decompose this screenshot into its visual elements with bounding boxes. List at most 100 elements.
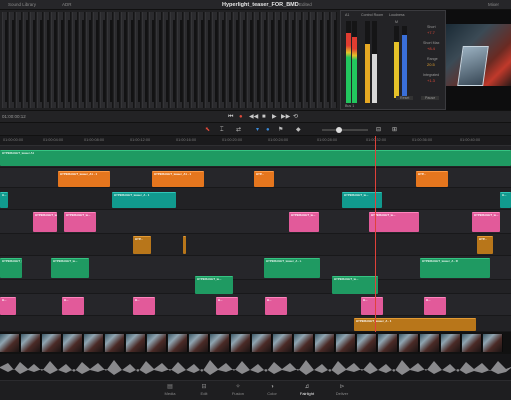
audio-clip[interactable]: HYPERLIGHT_teaser_A - R [420, 258, 490, 278]
audio-clip[interactable]: HYPERLIGHT_teaser_A1 - 1 [58, 171, 110, 187]
audio-clip[interactable]: HYPERLIGHT_teaser_A - 1 [354, 318, 476, 331]
zoom-in-icon[interactable]: ⊞ [392, 126, 397, 134]
audio-clip[interactable]: HYPERLIGHT_te... [33, 212, 57, 232]
fader-strip[interactable] [303, 12, 309, 108]
fader-strip[interactable] [177, 12, 183, 108]
pause-button[interactable]: Pause [421, 96, 440, 100]
audio-clip[interactable]: H... [62, 297, 84, 315]
rewind-icon[interactable]: ⏮ [228, 113, 233, 121]
audio-clip[interactable]: H... [424, 297, 446, 315]
page-tab-fairlight[interactable]: ♫ Fairlight [292, 384, 322, 397]
fader-strip[interactable] [170, 12, 176, 108]
audio-clip[interactable]: H... [0, 192, 8, 208]
audio-clip[interactable]: HYP... [477, 236, 493, 254]
fader-strip[interactable] [247, 12, 253, 108]
fader-strip[interactable] [310, 12, 316, 108]
stop-icon[interactable]: ■ [262, 113, 266, 121]
audio-clip[interactable]: H... [133, 297, 155, 315]
fader-strip[interactable] [44, 12, 50, 108]
page-tab-fusion[interactable]: ✧ Fusion [223, 384, 253, 397]
fader-strip[interactable] [51, 12, 57, 108]
fader-strip[interactable] [121, 12, 127, 108]
fader-strip[interactable] [282, 12, 288, 108]
audio-clip[interactable]: HYPERLIGHT_teaser_A - 1 [112, 192, 176, 208]
fader-strip[interactable] [114, 12, 120, 108]
fader-strip[interactable] [16, 12, 22, 108]
fader-strip[interactable] [226, 12, 232, 108]
adr-tab[interactable]: ADR [62, 0, 72, 10]
fader-strip[interactable] [317, 12, 323, 108]
audio-clip[interactable]: HYPERLIGHT_te... [472, 212, 500, 232]
fader-strip[interactable] [296, 12, 302, 108]
fader-strip[interactable] [135, 12, 141, 108]
audio-clip[interactable]: H... [265, 297, 287, 315]
fader-strip[interactable] [233, 12, 239, 108]
audio-clip[interactable]: HYPERLIGHT_te... [289, 212, 319, 232]
zoom-slider-handle[interactable] [336, 127, 342, 133]
fader-strip[interactable] [163, 12, 169, 108]
fader-strip[interactable] [331, 12, 337, 108]
fader-strip[interactable] [2, 12, 8, 108]
audio-clip[interactable]: HYP... [133, 236, 151, 254]
page-tab-color[interactable]: ◑ Color [257, 384, 287, 397]
fader-strip[interactable] [79, 12, 85, 108]
audio-clip[interactable] [183, 236, 186, 254]
snap-icon[interactable]: ▾ [256, 126, 259, 134]
fader-strip[interactable] [65, 12, 71, 108]
fader-strip[interactable] [212, 12, 218, 108]
range-tool-icon[interactable]: ⌶ [220, 126, 224, 134]
fader-strip[interactable] [86, 12, 92, 108]
fader-strip[interactable] [93, 12, 99, 108]
fader-strip[interactable] [107, 12, 113, 108]
forward-icon[interactable]: ▶▶ [281, 113, 290, 121]
page-tab-deliver[interactable]: ⊳ Deliver [327, 384, 357, 397]
audio-clip[interactable]: HYPERLIGHT_te... [195, 276, 233, 294]
fader-strip[interactable] [289, 12, 295, 108]
audio-clip[interactable]: HYPERLIGHT_te... [64, 212, 96, 232]
timeline-ruler[interactable]: 01:00:00:00 01:00:04:00 01:00:08:00 01:0… [0, 136, 511, 146]
selection-tool-icon[interactable]: ⬉ [205, 126, 210, 134]
reset-button[interactable]: Reset [396, 96, 414, 100]
marker-icon[interactable]: ◆ [296, 126, 301, 134]
link-icon[interactable]: ● [266, 126, 270, 134]
bus-mode-label[interactable]: Bus 1 [345, 104, 354, 108]
audio-clip[interactable]: HYPERLIGHT_teaser_A - L [264, 258, 320, 278]
fader-strip[interactable] [198, 12, 204, 108]
fader-strip[interactable] [268, 12, 274, 108]
flag-icon[interactable]: ⚑ [278, 126, 283, 134]
fader-strip[interactable] [37, 12, 43, 108]
audio-clip[interactable]: H... [216, 297, 238, 315]
page-tab-media[interactable]: ▤ Media [155, 384, 185, 397]
fader-strip[interactable] [142, 12, 148, 108]
fader-strip[interactable] [23, 12, 29, 108]
playhead[interactable] [375, 136, 376, 332]
fader-strip[interactable] [30, 12, 36, 108]
page-tab-edit[interactable]: ⊟ Edit [189, 384, 219, 397]
fader-strip[interactable] [205, 12, 211, 108]
back-icon[interactable]: ◀◀ [249, 113, 258, 121]
fader-strip[interactable] [261, 12, 267, 108]
audio-clip[interactable]: H... [361, 297, 383, 315]
fader-strip[interactable] [9, 12, 15, 108]
zoom-slider[interactable] [322, 129, 368, 131]
fader-strip[interactable] [275, 12, 281, 108]
audio-clip[interactable]: HYPERLIGHT_teaser_A - 1 [0, 258, 22, 278]
fader-strip[interactable] [72, 12, 78, 108]
audio-clip[interactable]: HYPERLIGHT_teaser A1 [0, 150, 511, 166]
audio-clip[interactable]: HYPERLIGHT_te... [369, 212, 419, 232]
play-icon[interactable]: ▶ [272, 113, 277, 121]
audio-clip[interactable]: HYPERLIGHT_te... [342, 192, 382, 208]
audio-clip[interactable]: HYPERLIGHT_te... [51, 258, 89, 278]
edit-tool-icon[interactable]: ⇄ [236, 126, 241, 134]
fader-strip[interactable] [58, 12, 64, 108]
zoom-out-icon[interactable]: ⊟ [376, 126, 381, 134]
fader-strip[interactable] [149, 12, 155, 108]
fader-strip[interactable] [219, 12, 225, 108]
audio-clip[interactable]: H... [0, 297, 16, 315]
audio-clip[interactable]: HYP... [254, 171, 274, 187]
record-icon[interactable]: ● [239, 113, 243, 121]
audio-clip[interactable]: HYP... [416, 171, 448, 187]
audio-clip[interactable]: HYPERLIGHT_teaser_A1 - 1 [152, 171, 204, 187]
loop-icon[interactable]: ⟲ [293, 113, 298, 121]
audio-clip[interactable]: H... [500, 192, 511, 208]
